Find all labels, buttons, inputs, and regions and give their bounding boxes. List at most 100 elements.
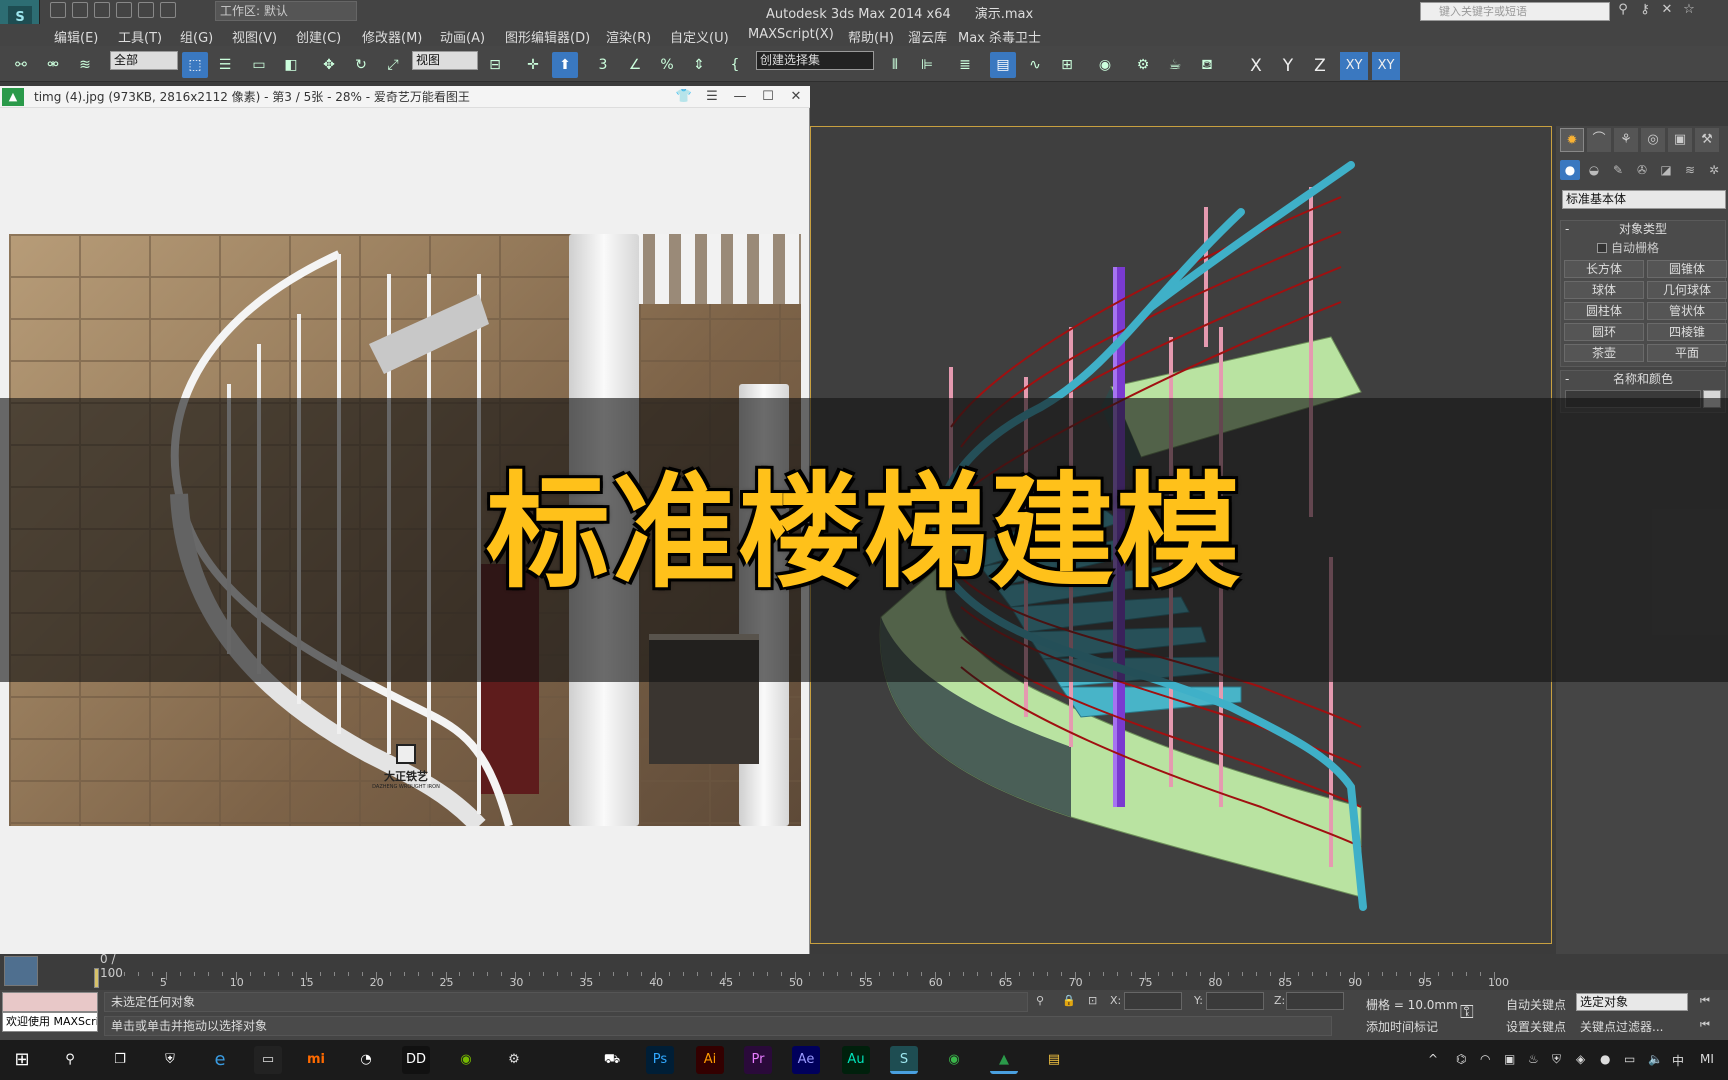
tray-input-method-icon[interactable]: 中 [1672,1052,1684,1069]
box-button[interactable]: 长方体 [1564,260,1644,278]
rotate-icon[interactable]: ↻ [348,52,374,78]
select-manipulate-icon[interactable]: ✛ [520,52,546,78]
close-icon[interactable]: ✕ [786,86,806,108]
auto-grid-checkbox[interactable]: 自动栅格 [1597,239,1725,256]
edge-browser-icon[interactable]: e [206,1046,234,1074]
xiaomi-icon[interactable]: mi [302,1046,330,1074]
maxscript-input[interactable] [2,992,98,1012]
tray-app-icon[interactable]: ◈ [1576,1052,1585,1066]
tray-battery-icon[interactable]: ▭ [1624,1052,1635,1066]
tray-app-icon[interactable]: ♨ [1528,1052,1539,1066]
hold-icon[interactable] [160,2,176,18]
link-icon[interactable]: ⚯ [8,52,34,78]
menu-icon[interactable]: ☰ [702,86,722,108]
move-icon[interactable]: ✥ [316,52,342,78]
menu-rendering[interactable]: 渲染(R) [606,27,651,46]
modify-tab-icon[interactable]: ⌒ [1587,128,1611,152]
angle-snap-icon[interactable]: ∠ [622,52,648,78]
tray-network-icon[interactable]: ⌬ [1456,1052,1466,1066]
geometry-category-select[interactable]: 标准基本体 [1562,190,1726,209]
search-icon[interactable]: ⚲ [56,1046,84,1074]
menu-views[interactable]: 视图(V) [232,27,277,46]
tray-mi-icon[interactable]: MI [1700,1052,1714,1066]
axis-xy-cycle-button[interactable]: XY [1372,52,1400,80]
isolate-icon[interactable]: ⚲ [1036,994,1044,1007]
axis-x-button[interactable]: X [1242,52,1270,80]
helpers-icon[interactable]: ◪ [1656,160,1676,180]
snaps-toggle-icon[interactable]: 3 [590,52,616,78]
layer-manager-icon[interactable]: ≣ [952,52,978,78]
graphite-ribbon-icon[interactable]: ▤ [990,52,1016,78]
bind-space-warp-icon[interactable]: ≋ [72,52,98,78]
task-view-icon[interactable]: ❐ [106,1046,134,1074]
create-tab-icon[interactable]: ✹ [1560,128,1584,152]
motion-tab-icon[interactable]: ◎ [1641,128,1665,152]
settings-gear-icon[interactable]: ⚙ [500,1046,528,1074]
cone-button[interactable]: 圆锥体 [1647,260,1727,278]
display-tab-icon[interactable]: ▣ [1668,128,1692,152]
unlink-icon[interactable]: ⚮ [40,52,66,78]
axis-xy-button[interactable]: XY [1340,52,1368,80]
communication-icon[interactable]: ✕ [1659,2,1675,18]
render-production-icon[interactable]: ⛾ [1194,52,1220,78]
key-filter-select[interactable]: 选定对象 [1576,993,1688,1011]
menu-help[interactable]: 帮助(H) [848,27,894,46]
shapes-icon[interactable]: ◒ [1584,160,1604,180]
dolby-icon[interactable]: DD [402,1046,430,1074]
save-file-icon[interactable] [94,2,110,18]
auto-key-button[interactable]: 自动关键点 [1506,996,1566,1013]
key-filters-button[interactable]: 关键点过滤器... [1580,1018,1663,1035]
hierarchy-tab-icon[interactable]: ⚘ [1614,128,1638,152]
undo-icon[interactable] [116,2,132,18]
lights-icon[interactable]: ✎ [1608,160,1628,180]
binoculars-icon[interactable]: ⚲ [1615,2,1631,18]
cameras-icon[interactable]: ✇ [1632,160,1652,180]
menu-liuyun[interactable]: 溜云库 [908,27,947,46]
workspace-select[interactable]: 工作区: 默认 [215,1,357,21]
tube-button[interactable]: 管状体 [1647,302,1727,320]
utilities-tab-icon[interactable]: ⚒ [1695,128,1719,152]
tray-shield-icon[interactable]: ⛨ [1552,1052,1561,1067]
rendered-frame-icon[interactable]: ☕ [1162,52,1188,78]
menu-modifiers[interactable]: 修改器(M) [362,27,422,46]
named-selection-set-select[interactable]: 创建选择集 [756,51,874,70]
clock-app-icon[interactable]: ◔ [352,1046,380,1074]
pyramid-button[interactable]: 四棱锥 [1647,323,1727,341]
geosphere-button[interactable]: 几何球体 [1647,281,1727,299]
axis-z-button[interactable]: Z [1306,52,1334,80]
rectangle-region-icon[interactable]: ▭ [246,52,272,78]
space-warps-icon[interactable]: ≋ [1680,160,1700,180]
tray-app-icon[interactable]: ● [1600,1052,1610,1066]
3dsmax-taskbar-icon[interactable]: S [890,1046,918,1074]
z-coord-field[interactable] [1286,992,1344,1010]
add-time-tag[interactable]: 添加时间标记 [1366,1018,1438,1035]
y-coord-field[interactable] [1206,992,1264,1010]
pivot-center-icon[interactable]: ⊟ [482,52,508,78]
windows-start-icon[interactable]: ⊞ [8,1046,36,1074]
x-coord-field[interactable] [1124,992,1182,1010]
set-key-icon[interactable]: ⚿ [1460,1002,1474,1023]
menu-group[interactable]: 组(G) [180,27,213,46]
network-app-icon[interactable]: ⛟ [598,1046,626,1074]
menu-antivirus[interactable]: Max 杀毒卫士 [958,27,1041,46]
schematic-view-icon[interactable]: ⊞ [1054,52,1080,78]
security-shield-icon[interactable]: ⛨ [156,1046,184,1074]
go-to-start-icon[interactable]: ⏮ [1700,1018,1710,1032]
keyboard-shortcut-override-icon[interactable]: ⬆ [552,52,578,78]
plane-button[interactable]: 平面 [1647,344,1727,362]
axis-y-button[interactable]: Y [1274,52,1302,80]
align-icon[interactable]: ⊫ [914,52,940,78]
cylinder-button[interactable]: 圆柱体 [1564,302,1644,320]
minimize-icon[interactable]: — [730,86,750,108]
iqiyi-icon[interactable]: ◉ [940,1046,968,1074]
teapot-button[interactable]: 茶壶 [1564,344,1644,362]
skin-icon[interactable]: 👕 [674,86,694,108]
new-file-icon[interactable] [50,2,66,18]
tray-app-icon[interactable]: ▣ [1504,1052,1515,1066]
curve-editor-icon[interactable]: ∿ [1022,52,1048,78]
reference-coord-select[interactable]: 视图 [412,51,478,70]
time-slider-thumb[interactable] [94,968,99,988]
systems-icon[interactable]: ✲ [1704,160,1724,180]
menu-graph-editors[interactable]: 图形编辑器(D) [505,27,590,46]
image-viewer-taskbar-icon[interactable]: ▲ [990,1046,1018,1074]
